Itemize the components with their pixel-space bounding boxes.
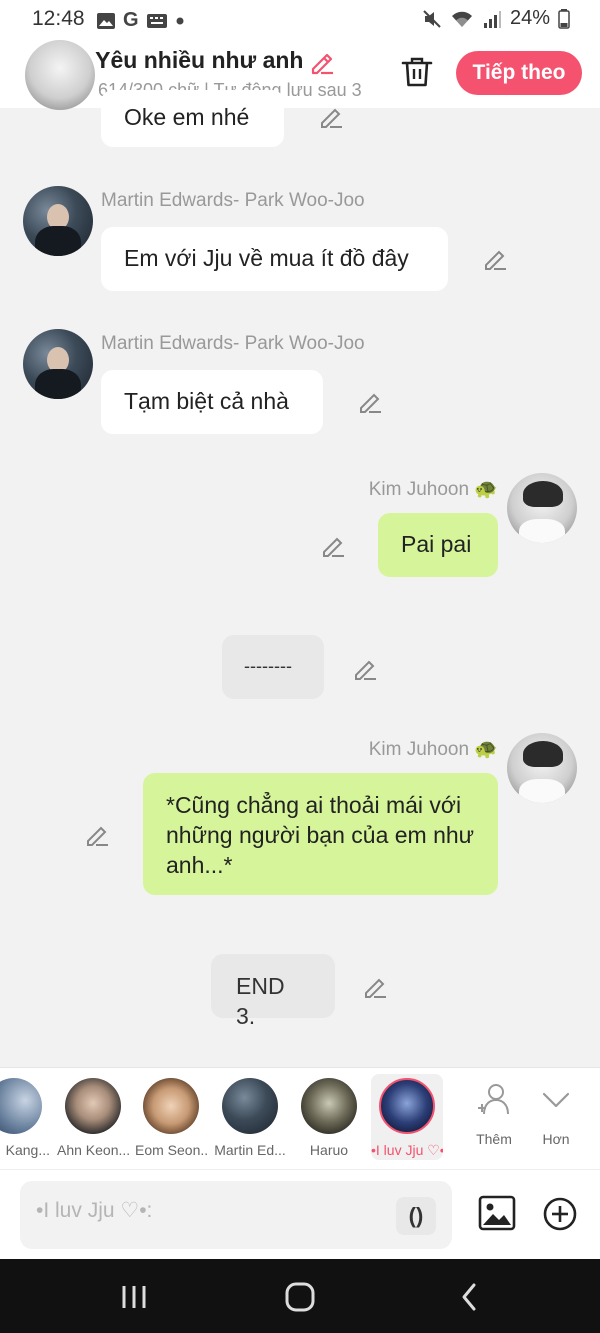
google-icon: G	[123, 9, 139, 31]
edit-message-icon[interactable]	[318, 104, 344, 130]
message-bubble[interactable]: Tạm biệt cả nhà	[101, 370, 323, 434]
narration-toggle-button[interactable]: ()	[396, 1197, 436, 1235]
home-icon[interactable]	[284, 1281, 316, 1313]
recent-apps-icon[interactable]	[118, 1283, 150, 1311]
sender-name: Martin Edwards- Park Woo-Joo	[101, 190, 365, 211]
back-nav-icon[interactable]	[456, 1281, 482, 1313]
sender-name: Kim Juhoon 🐢	[368, 739, 498, 760]
edit-message-icon[interactable]	[357, 389, 383, 415]
status-time: 12:48	[32, 7, 85, 30]
character-avatar	[143, 1078, 199, 1134]
sender-name: Martin Edwards- Park Woo-Joo	[101, 333, 365, 354]
character-bar: Kang... Ahn Keon... Eom Seon... Martin E…	[0, 1067, 600, 1169]
character-avatar	[65, 1078, 121, 1134]
avatar[interactable]	[507, 733, 577, 803]
edit-message-icon[interactable]	[362, 974, 388, 1000]
add-person-icon	[478, 1084, 509, 1115]
character-item[interactable]: Ahn Keon...	[57, 1078, 129, 1158]
sender-name: Kim Juhoon 🐢	[368, 479, 498, 500]
edit-message-icon[interactable]	[320, 533, 346, 559]
character-item[interactable]: Martin Ed...	[214, 1078, 286, 1158]
narration-bubble[interactable]: END 3.	[211, 954, 335, 1029]
keyboard-icon	[146, 13, 167, 28]
avatar[interactable]	[23, 329, 93, 399]
character-avatar	[222, 1078, 278, 1134]
delete-icon[interactable]	[400, 56, 434, 88]
dot-icon	[176, 17, 184, 24]
character-item-selected[interactable]: •I luv Jju ♡•	[371, 1074, 443, 1160]
message-bubble[interactable]: Pai pai	[378, 513, 498, 577]
battery-icon	[558, 8, 570, 29]
battery-percent: 24%	[509, 7, 550, 29]
add-icon[interactable]	[543, 1197, 577, 1231]
character-item[interactable]: Haruo	[293, 1078, 365, 1158]
signal-icon	[483, 10, 501, 28]
chevron-down-icon	[542, 1092, 570, 1108]
message-bubble[interactable]: Em với Jju về mua ít đồ đây	[101, 227, 448, 291]
avatar[interactable]	[23, 186, 93, 256]
character-item[interactable]: Eom Seon...	[135, 1078, 207, 1158]
edit-message-icon[interactable]	[352, 656, 378, 682]
next-button[interactable]: Tiếp theo	[456, 51, 582, 95]
gallery-icon	[97, 12, 115, 29]
title-edit-icon[interactable]	[308, 48, 336, 76]
character-avatar	[0, 1078, 42, 1134]
image-icon[interactable]	[478, 1195, 516, 1231]
page-title[interactable]: 3. Yêu nhiều như anh	[70, 47, 303, 74]
status-bar: 12:48 G 24%	[0, 0, 600, 38]
message-input[interactable]	[36, 1199, 386, 1223]
mute-icon	[423, 9, 441, 28]
message-input-box: ()	[20, 1181, 452, 1249]
edit-message-icon[interactable]	[84, 822, 110, 848]
avatar[interactable]	[25, 40, 95, 110]
avatar[interactable]	[507, 473, 577, 543]
narration-bubble[interactable]: --------	[222, 635, 324, 699]
edit-message-icon[interactable]	[482, 246, 508, 272]
wifi-icon	[451, 11, 472, 27]
character-avatar	[379, 1078, 435, 1134]
character-item[interactable]: Kang...	[0, 1078, 50, 1158]
compose-bar: ()	[0, 1169, 600, 1259]
more-button[interactable]: Hơn	[520, 1080, 592, 1147]
character-avatar	[301, 1078, 357, 1134]
system-nav-bar	[0, 1259, 600, 1333]
message-bubble[interactable]: Oke em nhé	[101, 90, 284, 147]
message-bubble[interactable]: *Cũng chẳng ai thoải mái với những người…	[143, 773, 498, 895]
